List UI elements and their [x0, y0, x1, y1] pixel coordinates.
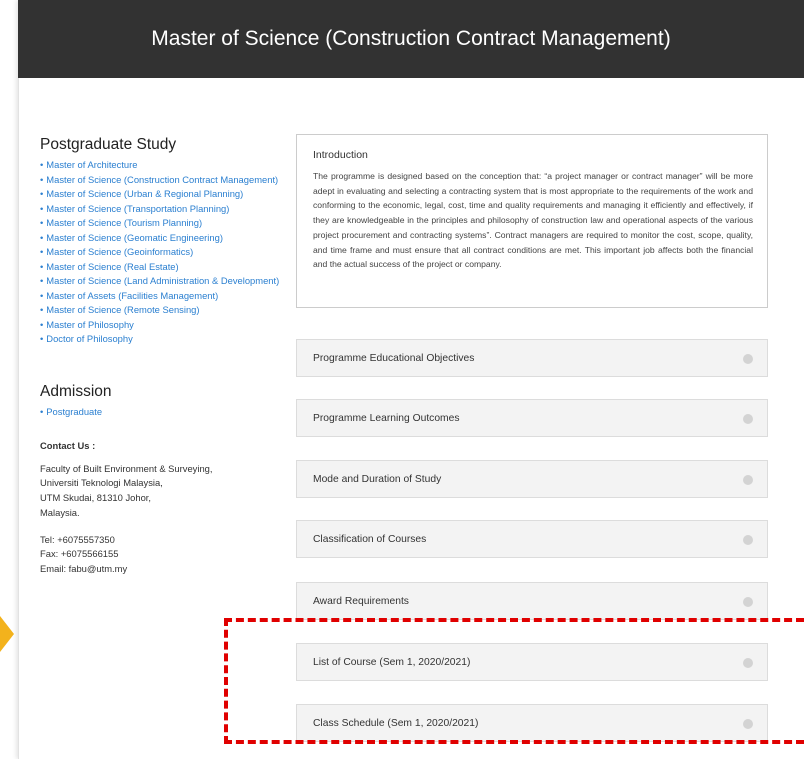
contact-title: Contact Us : — [40, 440, 96, 451]
address-line: Malaysia. — [40, 506, 80, 518]
contact-address: Faculty of Built Environment & Surveying… — [40, 462, 280, 521]
programme-link[interactable]: • Master of Philosophy — [40, 318, 280, 333]
admission-heading: Admission — [40, 382, 112, 400]
accordion-label: Programme Educational Objectives — [313, 352, 475, 364]
programme-list: • Master of Architecture • Master of Scien… — [40, 158, 280, 347]
contact-block: Contact Us : Faculty of Built Environmen… — [40, 439, 280, 577]
highlight-dashed-box — [224, 618, 804, 744]
contact-email[interactable]: Email: fabu@utm.my — [40, 562, 280, 577]
pointer-arrow-icon — [0, 616, 14, 652]
programme-link[interactable]: • Master of Science (Geoinformatics) — [40, 245, 280, 260]
postgraduate-heading: Postgraduate Study — [40, 136, 177, 153]
introduction-text: The programme is designed based on the c… — [313, 171, 753, 270]
admission-list: • Postgraduate — [40, 405, 280, 420]
address-line: Universiti Teknologi Malaysia, — [40, 477, 163, 489]
introduction-title: Introduction — [313, 149, 368, 161]
admission-link[interactable]: • Postgraduate — [40, 405, 280, 420]
expand-dot-icon — [743, 414, 753, 424]
accordion-learning-outcomes[interactable]: Programme Learning Outcomes — [296, 399, 768, 437]
programme-link[interactable]: • Master of Science (Real Estate) — [40, 260, 280, 275]
accordion-classification[interactable]: Classification of Courses — [296, 520, 768, 558]
contact-tel: Tel: +6075557350 — [40, 533, 115, 545]
address-line: UTM Skudai, 81310 Johor, — [40, 492, 151, 504]
address-line: Faculty of Built Environment & Surveying… — [40, 462, 213, 474]
expand-dot-icon — [743, 535, 753, 545]
expand-dot-icon — [743, 597, 753, 607]
programme-link[interactable]: • Master of Architecture — [40, 158, 280, 173]
sidebar: Postgraduate Study • Master of Architectu… — [40, 136, 280, 577]
programme-link[interactable]: • Doctor of Philosophy — [40, 332, 280, 347]
expand-dot-icon — [743, 354, 753, 364]
accordion-award-requirements[interactable]: Award Requirements — [296, 582, 768, 620]
accordion-mode-duration[interactable]: Mode and Duration of Study — [296, 460, 768, 498]
contact-fax: Fax: +6075566155 — [40, 548, 119, 560]
page-title: Master of Science (Construction Contract… — [151, 27, 671, 50]
accordion-label: Programme Learning Outcomes — [313, 412, 460, 424]
expand-dot-icon — [743, 475, 753, 485]
accordion-label: Classification of Courses — [313, 533, 427, 545]
programme-link[interactable]: • Master of Assets (Facilities Management… — [40, 289, 280, 304]
programme-link[interactable]: • Master of Science (Land Administration … — [40, 274, 280, 289]
page-header: Master of Science (Construction Contract… — [18, 0, 804, 78]
programme-link[interactable]: • Master of Science (Urban & Regional Pla… — [40, 187, 280, 202]
introduction-panel: Introduction The programme is designed b… — [296, 134, 768, 308]
programme-link[interactable]: • Master of Science (Geomatic Engineering… — [40, 231, 280, 246]
programme-link[interactable]: • Master of Science (Tourism Planning) — [40, 216, 280, 231]
programme-link[interactable]: • Master of Science (Remote Sensing) — [40, 303, 280, 318]
programme-link[interactable]: • Master of Science (Transportation Plann… — [40, 202, 280, 217]
accordion-label: Award Requirements — [313, 595, 409, 607]
accordion-label: Mode and Duration of Study — [313, 473, 442, 485]
accordion-educational-objectives[interactable]: Programme Educational Objectives — [296, 339, 768, 377]
programme-link[interactable]: • Master of Science (Construction Contrac… — [40, 173, 280, 188]
